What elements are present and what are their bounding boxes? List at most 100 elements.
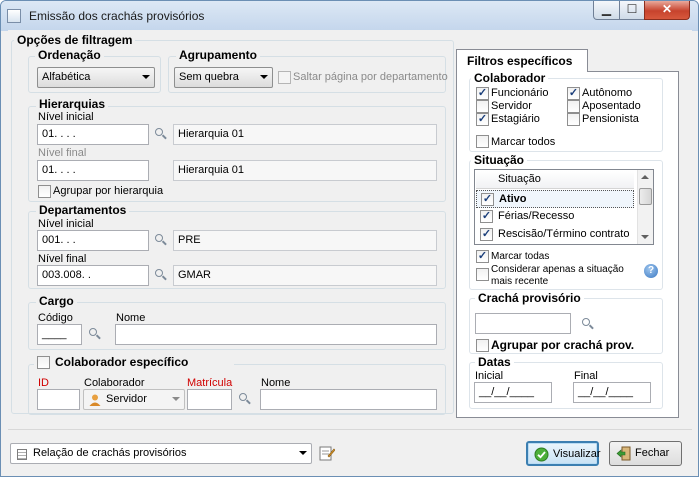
ferias-checkbox[interactable]: ✓ bbox=[480, 210, 493, 223]
departamento-inicial-label: Nível inicial bbox=[38, 218, 94, 230]
scroll-down-icon[interactable] bbox=[641, 235, 649, 239]
ferias-label: Férias/Recesso bbox=[498, 210, 575, 222]
hierarquia-final-input[interactable]: 01. . . . bbox=[37, 160, 149, 181]
cracha-input[interactable] bbox=[475, 313, 571, 334]
hierarquia-inicial-input[interactable]: 01. . . . bbox=[37, 124, 149, 145]
colab-nome-input[interactable] bbox=[260, 389, 437, 410]
ordenacao-title: Ordenação bbox=[35, 48, 104, 62]
app-icon bbox=[7, 9, 21, 23]
search-icon[interactable] bbox=[154, 127, 168, 141]
situacao-row-ferias[interactable]: ✓ Férias/Recesso bbox=[476, 208, 634, 226]
hierarquia-final-desc: Hierarquia 01 bbox=[173, 160, 437, 181]
user-icon bbox=[88, 393, 102, 407]
maximize-button[interactable]: ☐ bbox=[619, 1, 645, 20]
aposentado-label: Aposentado bbox=[582, 100, 641, 112]
colab-matricula-input[interactable] bbox=[187, 389, 232, 410]
chevron-down-icon bbox=[260, 75, 268, 79]
aposentado-checkbox[interactable] bbox=[567, 100, 580, 113]
report-select[interactable]: Relação de crachás provisórios bbox=[10, 443, 312, 464]
marcar-todas-checkbox[interactable]: ✓ bbox=[476, 250, 489, 263]
servidor-label: Servidor bbox=[491, 100, 532, 112]
estagiario-label: Estagiário bbox=[491, 113, 540, 125]
ativo-checkbox[interactable]: ✓ bbox=[481, 193, 494, 206]
colaborador-especifico-title: Colaborador específico bbox=[52, 355, 192, 369]
funcionario-checkbox[interactable]: ✓ bbox=[476, 87, 489, 100]
hierarquia-final-label: Nível final bbox=[38, 147, 87, 159]
search-icon[interactable] bbox=[154, 268, 168, 282]
hierarquia-inicial-desc: Hierarquia 01 bbox=[173, 124, 437, 145]
marcar-todos-checkbox[interactable] bbox=[476, 135, 489, 148]
datas-title: Datas bbox=[475, 355, 514, 369]
colaborador-especifico-checkbox[interactable] bbox=[37, 356, 50, 369]
autonomo-checkbox[interactable]: ✓ bbox=[567, 87, 580, 100]
departamentos-title: Departamentos bbox=[36, 203, 130, 217]
considerar-recente-label-2: mais recente bbox=[491, 276, 549, 287]
ordenacao-select[interactable]: Alfabética bbox=[37, 67, 155, 88]
departamento-final-desc: GMAR bbox=[173, 265, 437, 286]
situacao-list[interactable]: Situação ✓ Ativo ✓ Férias/Recesso ✓ Resc… bbox=[474, 169, 654, 245]
situacao-column-header[interactable]: Situação bbox=[476, 171, 634, 189]
chevron-down-icon bbox=[299, 451, 307, 455]
close-window-button[interactable]: ✕ bbox=[644, 1, 690, 20]
departamento-final-input[interactable]: 003.008. . bbox=[37, 265, 149, 286]
considerar-recente-checkbox[interactable] bbox=[476, 268, 489, 281]
cracha-title: Crachá provisório bbox=[475, 291, 584, 305]
agrupar-cracha-checkbox[interactable] bbox=[476, 339, 489, 352]
colab-tipo-label: Colaborador bbox=[84, 377, 145, 389]
pensionista-checkbox[interactable] bbox=[567, 113, 580, 126]
data-final-label: Final bbox=[574, 370, 598, 382]
data-final-input[interactable]: __/__/____ bbox=[573, 382, 651, 403]
considerar-recente-label-1: Considerar apenas a situação bbox=[491, 264, 624, 275]
cargo-codigo-input[interactable]: ____ bbox=[37, 324, 82, 345]
funcionario-label: Funcionário bbox=[491, 87, 549, 99]
agrupar-hierarquia-checkbox[interactable] bbox=[38, 185, 51, 198]
fechar-label: Fechar bbox=[635, 447, 670, 459]
agrupamento-select[interactable]: Sem quebra bbox=[174, 67, 273, 88]
hierarquia-inicial-label: Nível inicial bbox=[38, 111, 94, 123]
colab-id-label: ID bbox=[38, 377, 49, 389]
marcar-todos-label: Marcar todos bbox=[491, 136, 556, 148]
pensionista-label: Pensionista bbox=[582, 113, 639, 125]
dialog-client: Opções de filtragem Ordenação Alfabética… bbox=[8, 30, 692, 471]
situacao-title: Situação bbox=[471, 153, 528, 167]
estagiario-checkbox[interactable]: ✓ bbox=[476, 113, 489, 126]
colab-id-input[interactable] bbox=[37, 389, 80, 410]
visualizar-button[interactable]: Visualizar bbox=[526, 441, 601, 466]
data-inicial-label: Inicial bbox=[475, 370, 504, 382]
agrupar-hierarquia-label: Agrupar por hierarquia bbox=[53, 185, 164, 197]
cargo-nome-input[interactable] bbox=[115, 324, 437, 345]
minimize-button[interactable]: ▁ bbox=[593, 1, 620, 20]
situacao-scrollbar[interactable] bbox=[637, 170, 653, 244]
rescisao-checkbox[interactable]: ✓ bbox=[480, 228, 493, 241]
departamento-final-label: Nível final bbox=[38, 253, 87, 265]
data-inicial-input[interactable]: __/__/____ bbox=[474, 382, 552, 403]
scroll-up-icon[interactable] bbox=[641, 175, 649, 179]
scroll-thumb[interactable] bbox=[639, 188, 652, 205]
filter-options-title: Opções de filtragem bbox=[14, 33, 136, 47]
saltar-pagina-checkbox[interactable] bbox=[278, 71, 291, 84]
search-icon[interactable] bbox=[238, 392, 252, 406]
exit-door-icon bbox=[616, 446, 631, 461]
servidor-checkbox[interactable] bbox=[476, 100, 489, 113]
situacao-row-ativo[interactable]: ✓ Ativo bbox=[476, 190, 634, 208]
situacao-row-rescisao[interactable]: ✓ Rescisão/Término contrato bbox=[476, 226, 634, 244]
departamento-inicial-input[interactable]: 001. . . bbox=[37, 230, 149, 251]
search-icon[interactable] bbox=[581, 317, 595, 331]
title-bar[interactable]: Emissão dos crachás provisórios ▁ ☐ ✕ bbox=[1, 1, 698, 31]
tab-filtros-especificos[interactable]: Filtros específicos bbox=[456, 49, 588, 72]
edit-report-icon[interactable] bbox=[319, 445, 336, 461]
rescisao-label: Rescisão/Término contrato bbox=[498, 228, 630, 240]
departamento-inicial-desc: PRE bbox=[173, 230, 437, 251]
colab-tipo-select[interactable]: Servidor bbox=[83, 389, 185, 410]
colab-matricula-label: Matrícula bbox=[187, 377, 233, 389]
bottom-divider bbox=[8, 429, 692, 430]
visualizar-label: Visualizar bbox=[553, 448, 601, 460]
search-icon[interactable] bbox=[88, 327, 102, 341]
check-circle-icon bbox=[534, 447, 549, 462]
agrupamento-value: Sem quebra bbox=[179, 71, 239, 83]
cargo-title: Cargo bbox=[36, 294, 77, 308]
search-icon[interactable] bbox=[154, 233, 168, 247]
colab-nome-label: Nome bbox=[261, 377, 291, 389]
fechar-button[interactable]: Fechar bbox=[609, 441, 682, 466]
help-icon[interactable]: ? bbox=[644, 264, 658, 278]
